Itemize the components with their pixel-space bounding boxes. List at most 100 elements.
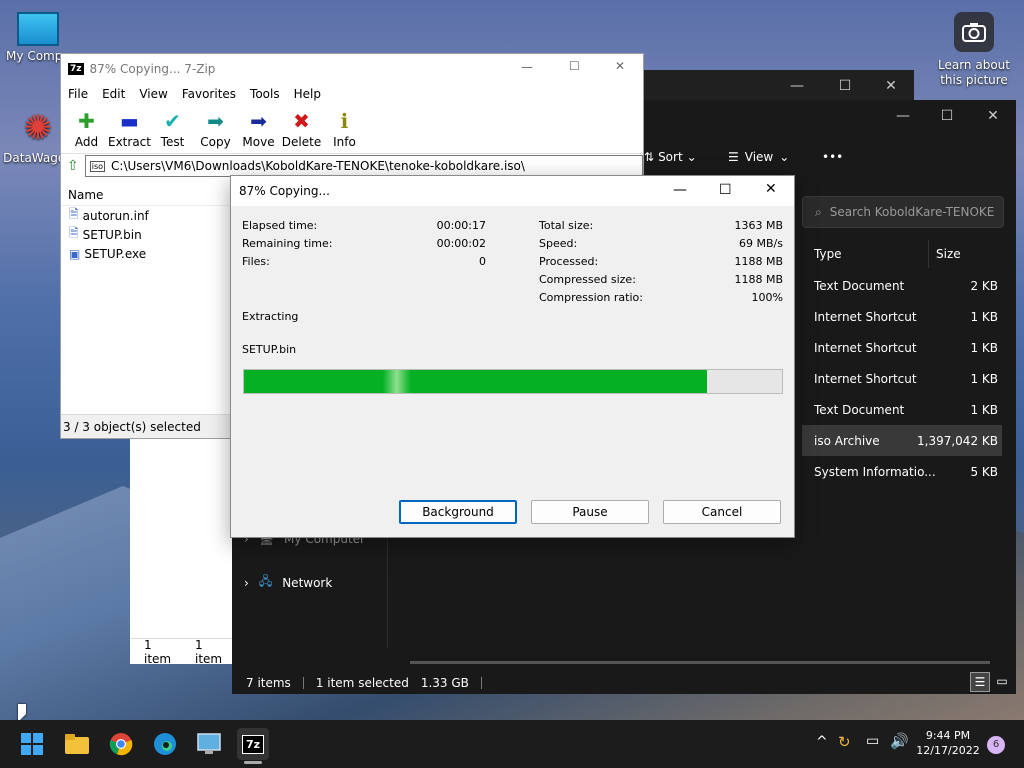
copy-arrow-icon: ➡ [207,109,224,133]
nav-item-network[interactable]: › 🖧 Network [244,572,332,593]
add-icon: ✚ [78,109,95,133]
network-icon: 🖧 [258,574,273,588]
remaining-label: Remaining time: [242,237,333,250]
extract-button[interactable]: ▬ Extract [108,104,151,153]
7zip-icon: 7z [241,734,265,754]
start-button[interactable] [16,728,48,760]
delete-button[interactable]: ✖ Delete [280,104,323,153]
minimize-icon[interactable]: — [521,60,533,74]
minimize-icon[interactable]: — [673,182,687,198]
7zip-titlebar: 7z 87% Copying... 7-Zip — ☐ ✕ [61,54,643,84]
background-button[interactable]: Background [399,500,517,524]
file-icon: 🗎 [69,207,79,221]
list-item[interactable]: Text Document 2 KB [802,270,1002,301]
view-button[interactable]: ☰ View ⌄ [728,150,789,164]
sort-button[interactable]: ⇅ Sort ⌄ [644,150,697,164]
maximize-icon[interactable]: ☐ [924,100,970,132]
learn-about-picture-label[interactable]: Learn about this picture [938,58,1010,88]
datawagon-icon: ✺ [23,108,53,148]
chevron-up-icon[interactable]: ^ [816,734,828,750]
update-icon[interactable]: ↻ [838,733,851,751]
maximize-icon[interactable]: ☐ [569,59,580,73]
total-size-value: 1363 MB [734,219,783,232]
info-icon: ℹ [340,109,349,133]
cancel-button[interactable]: Cancel [663,500,781,524]
remaining-value: 00:00:02 [436,237,486,250]
horizontal-scrollbar[interactable] [410,661,990,664]
list-item[interactable]: Text Document 1 KB [802,394,1002,425]
more-options-button[interactable]: ••• [822,150,843,164]
edge-icon [154,733,176,755]
menu-edit[interactable]: Edit [102,87,125,101]
col-type[interactable]: Type [814,247,842,261]
camera-icon[interactable] [954,12,994,52]
list-item-selected[interactable]: iso Archive 1,397,042 KB [802,425,1002,456]
compressed-size-label: Compressed size: [539,273,636,286]
up-folder-icon[interactable]: ⇧ [67,158,79,174]
list-item[interactable]: Internet Shortcut 1 KB [802,363,1002,394]
search-input[interactable]: ⌕ Search KoboldKare-TENOKE [802,196,1004,228]
list-item[interactable]: 🗎 autorun.inf [61,206,231,225]
search-icon: ⌕ [815,204,822,219]
menu-file[interactable]: File [68,87,88,101]
file-icon: 🗎 [69,226,79,240]
network-status-icon[interactable]: ▭ [866,733,879,749]
menu-help[interactable]: Help [294,87,321,101]
time-label: 9:44 PM [925,729,971,742]
nav-pane: › 🖥 My Computer › 🖧 Network [232,528,388,648]
details-view-icon[interactable]: ☰ [970,672,990,692]
file-list: Name 🗎 autorun.inf 🗎 SETUP.bin ▣ SETUP.exe [61,184,231,263]
pause-button[interactable]: Pause [531,500,649,524]
edge-taskbar-button[interactable] [149,728,181,760]
iso-icon: iso [89,160,106,172]
chrome-taskbar-button[interactable] [105,728,137,760]
list-item[interactable]: Internet Shortcut 1 KB [802,332,1002,363]
exe-icon: ▣ [69,246,81,261]
close-icon[interactable]: ✕ [615,59,625,73]
notification-badge[interactable]: 6 [987,736,1005,754]
list-item[interactable]: Internet Shortcut 1 KB [802,301,1002,332]
compression-ratio-label: Compression ratio: [539,291,643,304]
maximize-icon[interactable]: ☐ [822,70,868,102]
menu-view[interactable]: View [139,87,167,101]
files-label: Files: [242,255,270,268]
explorer-window-back: — ☐ ✕ [630,70,914,104]
column-name[interactable]: Name [61,184,231,206]
extract-icon: ▬ [120,109,139,133]
minimize-icon[interactable]: — [774,70,820,102]
add-button[interactable]: ✚ Add [65,104,108,153]
info-button[interactable]: ℹ Info [323,104,366,153]
test-icon: ✔ [164,109,181,133]
chevron-right-icon: › [244,575,249,590]
compressed-size-value: 1188 MB [734,273,783,286]
col-size[interactable]: Size [936,247,961,261]
window-title: 87% Copying... 7-Zip [89,62,216,76]
move-button[interactable]: ➡ Move [237,104,280,153]
total-size-label: Total size: [539,219,594,232]
file-explorer-taskbar-button[interactable] [61,728,93,760]
list-item[interactable]: 🗎 SETUP.bin [61,225,231,244]
7zip-taskbar-button[interactable]: 7z [237,728,269,760]
date-label: 12/17/2022 [916,744,980,757]
active-indicator [244,761,262,764]
minimize-icon[interactable]: — [880,100,926,132]
copy-button[interactable]: ➡ Copy [194,104,237,153]
maximize-icon[interactable]: ☐ [719,182,732,198]
list-item[interactable]: ▣ SETUP.exe [61,244,231,263]
taskbar: 7z ^ ↻ ▭ 🔊 9:44 PM 12/17/2022 6 [0,720,1024,768]
tiles-view-icon[interactable]: ▭ [992,672,1012,692]
control-panel-taskbar-button[interactable] [193,728,225,760]
clock[interactable]: 9:44 PM 12/17/2022 [916,728,980,758]
close-icon[interactable]: ✕ [970,100,1016,132]
current-file-label: SETUP.bin [242,343,297,356]
sort-icon: ⇅ [644,150,655,164]
delete-icon: ✖ [293,109,310,133]
menu-favorites[interactable]: Favorites [182,87,236,101]
close-icon[interactable]: ✕ [868,70,914,102]
list-item[interactable]: System Informatio... 5 KB [802,456,1002,487]
address-input[interactable]: iso C:\Users\VM6\Downloads\KoboldKare-TE… [84,155,643,177]
test-button[interactable]: ✔ Test [151,104,194,153]
menu-tools[interactable]: Tools [250,87,280,101]
close-icon[interactable]: ✕ [765,181,777,197]
volume-icon[interactable]: 🔊 [890,732,909,750]
